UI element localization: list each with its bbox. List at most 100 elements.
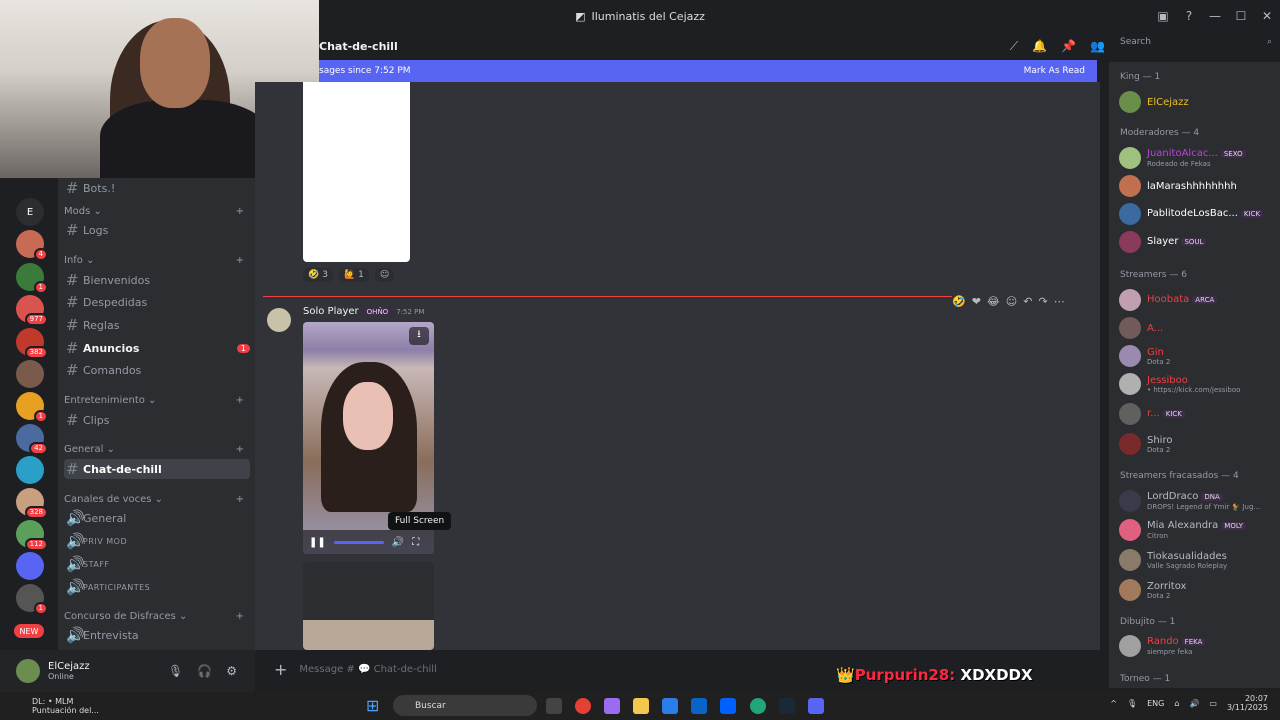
laugh-icon[interactable]: 😂 bbox=[987, 295, 1000, 308]
more-icon[interactable]: ⋯ bbox=[1054, 295, 1065, 308]
member-item[interactable]: Mia Alexandra MOLY Citron bbox=[1119, 518, 1279, 542]
channel-item[interactable]: 🔊 Entrevista bbox=[64, 625, 250, 645]
channel-item[interactable]: 🔊 General bbox=[64, 508, 250, 528]
server-icon[interactable]: 42 bbox=[16, 424, 48, 455]
channel-item[interactable]: # Bots.! bbox=[64, 178, 250, 198]
add-attachment-icon[interactable]: + bbox=[274, 660, 287, 679]
server-icon[interactable]: 977 bbox=[16, 295, 48, 326]
member-item[interactable]: Tiokasualidades Valle Sagrado Roleplay bbox=[1119, 548, 1279, 572]
member-item[interactable]: Shiro Dota 2 bbox=[1119, 432, 1279, 456]
search-input[interactable]: Search ⌕ bbox=[1116, 34, 1276, 52]
new-messages-bar[interactable]: sages since 7:52 PM Mark As Read bbox=[319, 60, 1097, 82]
steam-icon[interactable] bbox=[779, 698, 795, 714]
microphone-icon[interactable]: 🎙 bbox=[168, 664, 183, 678]
server-icon[interactable] bbox=[16, 552, 44, 580]
member-item[interactable]: JuanitoAlcac... SEXO Rodeado de Fekas bbox=[1119, 146, 1279, 170]
video-progress[interactable] bbox=[333, 540, 384, 544]
microphone-icon[interactable]: 🎙 bbox=[1127, 699, 1137, 708]
network-icon[interactable]: ⌂ bbox=[1174, 699, 1179, 708]
channel-item[interactable]: 🔊 PARTICIPANTES bbox=[64, 577, 250, 597]
server-icon[interactable]: 1 bbox=[16, 263, 48, 294]
channel-category[interactable]: Concurso de Disfraces ⌄ + bbox=[64, 611, 244, 622]
author-name[interactable]: Solo Player bbox=[303, 306, 359, 317]
volume-icon[interactable]: 🔊 bbox=[392, 537, 404, 548]
member-item[interactable]: PablitodeLosBac... KICK bbox=[1119, 202, 1279, 226]
channel-item[interactable]: # Clips bbox=[64, 410, 250, 430]
gear-icon[interactable]: ⚙ bbox=[226, 664, 237, 678]
add-channel-icon[interactable]: + bbox=[236, 494, 244, 505]
taskbar-widget[interactable]: DL: • MLM Puntuación del... bbox=[0, 697, 200, 715]
mark-as-read-button[interactable]: Mark As Read bbox=[1024, 66, 1085, 76]
attached-screenshot[interactable] bbox=[303, 82, 410, 262]
member-item[interactable]: r... KICK bbox=[1119, 402, 1279, 426]
member-item[interactable]: Gin Dota 2 bbox=[1119, 344, 1279, 368]
member-item[interactable]: Slayer SOUL bbox=[1119, 230, 1279, 254]
threads-icon[interactable]: ⟋ bbox=[1010, 39, 1018, 54]
add-reaction-icon[interactable]: ☺ bbox=[1006, 295, 1017, 308]
server-icon[interactable]: 382 bbox=[16, 328, 48, 359]
channel-category[interactable]: Canales de voces ⌄ + bbox=[64, 494, 244, 505]
channel-item[interactable]: # Comandos bbox=[64, 360, 250, 380]
add-channel-icon[interactable]: + bbox=[236, 206, 244, 217]
headphones-icon[interactable]: 🎧 bbox=[197, 664, 212, 678]
clock[interactable]: 20:07 3/11/2025 bbox=[1227, 694, 1268, 712]
message-input[interactable]: Message # 💬 Chat-de-chill bbox=[299, 664, 436, 675]
reaction-icon[interactable]: 🤣 bbox=[952, 295, 966, 308]
server-icon[interactable]: 112 bbox=[16, 520, 48, 551]
reaction[interactable]: 🤣 3 bbox=[303, 268, 333, 282]
server-icon[interactable]: 4 bbox=[16, 230, 48, 261]
server-icon[interactable]: NEW bbox=[14, 624, 44, 638]
edge-icon[interactable] bbox=[750, 698, 766, 714]
battery-icon[interactable]: ▭ bbox=[1209, 699, 1217, 708]
member-item[interactable]: A... bbox=[1119, 316, 1279, 340]
taskbar-search[interactable]: Buscar bbox=[393, 695, 537, 716]
member-item[interactable]: Zorritox Dota 2 bbox=[1119, 578, 1279, 602]
dropbox-icon[interactable] bbox=[720, 698, 736, 714]
add-channel-icon[interactable]: + bbox=[236, 255, 244, 266]
channel-item[interactable]: # Despedidas bbox=[64, 292, 250, 312]
channel-item[interactable]: # Chat-de-chill bbox=[64, 459, 250, 479]
heart-icon[interactable]: ❤ bbox=[972, 295, 981, 308]
windows-start-icon[interactable]: ⊞ bbox=[366, 696, 379, 715]
video-attachment-2[interactable] bbox=[303, 562, 434, 650]
download-icon[interactable]: ⭳ bbox=[409, 327, 429, 345]
members-icon[interactable]: 👥 bbox=[1090, 39, 1105, 54]
reaction[interactable]: 🙋 1 bbox=[338, 268, 369, 282]
add-channel-icon[interactable]: + bbox=[236, 395, 244, 406]
chrome-icon[interactable] bbox=[575, 698, 591, 714]
server-icon[interactable] bbox=[16, 456, 44, 484]
volume-icon[interactable]: 🔊 bbox=[1189, 699, 1199, 708]
help-icon[interactable]: ? bbox=[1176, 9, 1202, 23]
channel-category[interactable]: General ⌄ + bbox=[64, 444, 244, 455]
server-icon[interactable]: E bbox=[16, 198, 44, 226]
inbox-icon[interactable]: ▣ bbox=[1150, 9, 1176, 23]
language-indicator[interactable]: ENG bbox=[1147, 699, 1164, 708]
user-info[interactable]: ElCejazz Online bbox=[48, 661, 90, 681]
channel-item[interactable]: 🔊 STAFF bbox=[64, 554, 250, 574]
channel-item[interactable]: # Logs bbox=[64, 220, 250, 240]
task-view-icon[interactable] bbox=[546, 698, 562, 714]
file-explorer-icon[interactable] bbox=[633, 698, 649, 714]
channel-item[interactable]: # Bienvenidos bbox=[64, 270, 250, 290]
add-channel-icon[interactable]: + bbox=[236, 444, 244, 455]
reply-icon[interactable]: ↶ bbox=[1023, 295, 1032, 308]
channel-category[interactable]: Mods ⌄ + bbox=[64, 206, 244, 217]
forward-icon[interactable]: ↷ bbox=[1038, 295, 1047, 308]
server-icon[interactable]: 1 bbox=[16, 584, 48, 615]
message-list[interactable]: 🤣 3 🙋 1 ☺ 🤣 ❤ 😂 ☺ ↶ ↷ ⋯ Solo Player OHÑO 7:5… bbox=[255, 82, 1100, 650]
fullscreen-icon[interactable]: ⛶ bbox=[412, 537, 419, 548]
channel-item[interactable]: # Anuncios 1 bbox=[64, 338, 250, 358]
avatar[interactable] bbox=[267, 308, 291, 332]
pin-icon[interactable]: 📌 bbox=[1061, 39, 1076, 54]
add-reaction-icon[interactable]: ☺ bbox=[374, 268, 395, 282]
channel-item[interactable]: 🔊 PRIV MOD bbox=[64, 531, 250, 551]
store-icon[interactable] bbox=[662, 698, 678, 714]
outlook-icon[interactable] bbox=[691, 698, 707, 714]
channel-item[interactable]: # Reglas bbox=[64, 315, 250, 335]
bell-icon[interactable]: 🔔 bbox=[1032, 39, 1047, 54]
add-channel-icon[interactable]: + bbox=[236, 611, 244, 622]
member-item[interactable]: Jessiboo • https://kick.com/jessiboo bbox=[1119, 372, 1279, 396]
member-item[interactable]: Rando FEKA siempre feka bbox=[1119, 634, 1279, 658]
avatar[interactable] bbox=[16, 659, 40, 683]
server-icon[interactable]: 328 bbox=[16, 488, 48, 519]
